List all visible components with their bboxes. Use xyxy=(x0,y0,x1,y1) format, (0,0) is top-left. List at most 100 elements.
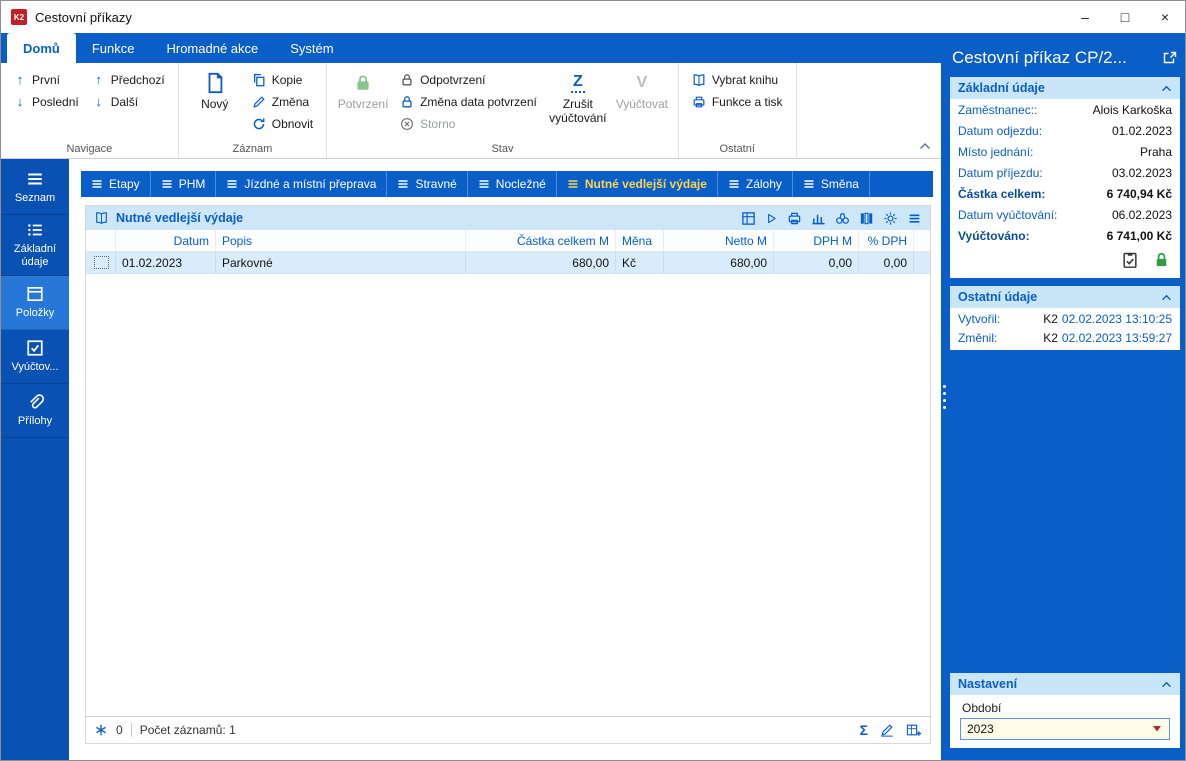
column-header-castka[interactable]: Částka celkem M xyxy=(466,230,616,251)
chevron-down-icon[interactable] xyxy=(1151,724,1163,734)
sidebar-item-vyuctovani[interactable]: Vyúčtov... xyxy=(1,330,69,385)
grid-panel: Nutné vedlejší výdaje Datum Popis Částka… xyxy=(85,205,931,744)
grid-panel-header: Nutné vedlejší výdaje xyxy=(86,206,930,230)
sum-icon[interactable]: Σ xyxy=(860,723,868,737)
cell-dph[interactable]: 0,00 xyxy=(774,252,859,273)
arrow-up-icon: ↑ xyxy=(16,72,24,87)
menu-icon[interactable] xyxy=(907,212,922,225)
clipboard-check-icon[interactable] xyxy=(1121,251,1139,269)
cell-mena[interactable]: Kč xyxy=(616,252,664,273)
other-data-card: Ostatní údaje Vytvořil: K2 02.02.2023 13… xyxy=(950,286,1180,350)
lock-green-icon[interactable] xyxy=(1153,251,1170,269)
previous-button[interactable]: ↑ Předchozí xyxy=(88,69,170,90)
copy-button[interactable]: Kopie xyxy=(247,69,318,90)
chevron-up-icon[interactable] xyxy=(1161,681,1172,688)
right-panel: Cestovní příkaz CP/2... Základní údaje Z… xyxy=(941,33,1185,760)
field-row: Změnil: K2 02.02.2023 13:59:27 xyxy=(958,330,1172,345)
maximize-button[interactable]: □ xyxy=(1105,1,1145,33)
ribbon-tab-hromadne-akce[interactable]: Hromadné akce xyxy=(150,33,274,63)
ribbon: ↑ První ↓ Poslední ↑ Předchozí ↓ Další N… xyxy=(1,63,941,159)
cell-pct-dph[interactable]: 0,00 xyxy=(859,252,914,273)
table-row[interactable]: 01.02.2023 Parkovné 680,00 Kč 680,00 0,0… xyxy=(86,252,930,274)
filter-star-icon[interactable] xyxy=(94,723,108,737)
column-header-popis[interactable]: Popis xyxy=(216,230,466,251)
sidebar-item-seznam[interactable]: Seznam xyxy=(1,161,69,215)
cell-datum[interactable]: 01.02.2023 xyxy=(116,252,216,273)
basic-data-header[interactable]: Základní údaje xyxy=(950,77,1180,99)
refresh-button[interactable]: Obnovit xyxy=(247,113,318,134)
period-combobox[interactable]: 2023 xyxy=(960,718,1170,740)
change-button[interactable]: Změna xyxy=(247,91,318,112)
settings-header[interactable]: Nastavení xyxy=(950,673,1180,695)
functions-print-button[interactable]: Funkce a tisk xyxy=(687,91,788,112)
refresh-icon xyxy=(253,117,265,129)
chevron-up-icon[interactable] xyxy=(1161,85,1172,92)
arrow-down-icon: ↓ xyxy=(16,94,24,109)
confirm-button[interactable]: Potvrzení xyxy=(335,66,391,114)
expand-icon[interactable] xyxy=(1162,50,1178,66)
columns-icon[interactable] xyxy=(859,211,874,226)
edit-icon[interactable] xyxy=(880,723,894,737)
sidebar-item-prilohy[interactable]: Přílohy xyxy=(1,384,69,439)
field-row: Datum příjezdu: 03.02.2023 xyxy=(958,165,1172,180)
record-count: Počet záznamů: 1 xyxy=(139,723,236,737)
tab-nutne-vedlejsi-vydaje[interactable]: Nutné vedlejší výdaje xyxy=(557,171,718,197)
play-icon[interactable] xyxy=(765,212,778,225)
settle-button[interactable]: V Vyúčtovat xyxy=(614,66,670,114)
column-header-pct-dph[interactable]: % DPH xyxy=(859,230,914,251)
tab-noclezne[interactable]: Nocležné xyxy=(468,171,557,197)
last-button[interactable]: ↓ Poslední xyxy=(9,91,84,112)
tab-menu-icon xyxy=(92,180,102,188)
ribbon-tab-system[interactable]: Systém xyxy=(274,33,349,63)
column-header-dph[interactable]: DPH M xyxy=(774,230,859,251)
titlebar: K2 Cestovní příkazy – □ × xyxy=(1,1,1185,33)
sidebar-item-polozky[interactable]: Položky xyxy=(1,276,69,331)
change-confirm-date-button[interactable]: Změna data potvrzení xyxy=(395,91,542,112)
chevron-up-icon[interactable] xyxy=(1161,294,1172,301)
table-add-icon[interactable] xyxy=(906,723,922,737)
tab-phm[interactable]: PHM xyxy=(151,171,217,197)
next-button[interactable]: ↓ Další xyxy=(88,91,170,112)
tab-zalohy[interactable]: Zálohy xyxy=(718,171,793,197)
basic-data-card: Základní údaje Zaměstnanec:: Alois Karkoš… xyxy=(950,77,1180,278)
column-header-mena[interactable]: Měna xyxy=(616,230,664,251)
copy-icon xyxy=(253,73,265,86)
app-window: K2 Cestovní příkazy – □ × Domů Funkce Hr… xyxy=(0,0,1186,761)
ribbon-group-stav: Potvrzení Odpotvrzení Změna data potvrze… xyxy=(327,63,679,158)
document-icon xyxy=(208,72,223,94)
ribbon-group-ostatni: Vybrat knihu Funkce a tisk Ostatní xyxy=(679,63,797,158)
tab-stravne[interactable]: Stravné xyxy=(387,171,468,197)
other-data-header[interactable]: Ostatní údaje xyxy=(950,286,1180,308)
ribbon-tab-funkce[interactable]: Funkce xyxy=(76,33,151,63)
gear-icon[interactable] xyxy=(883,211,898,226)
tab-menu-icon xyxy=(804,180,814,188)
column-header-datum[interactable]: Datum xyxy=(116,230,216,251)
storno-button[interactable]: Storno xyxy=(395,113,542,134)
unconfirm-button[interactable]: Odpotvrzení xyxy=(395,69,542,90)
group-label-stav: Stav xyxy=(491,143,514,155)
sidebar-item-zakladni-udaje[interactable]: Základní údaje xyxy=(1,215,69,277)
chart-icon[interactable] xyxy=(811,211,826,226)
splitter-handle[interactable] xyxy=(943,385,946,409)
new-button[interactable]: Nový xyxy=(187,66,243,114)
first-button[interactable]: ↑ První xyxy=(9,69,84,90)
form-icon xyxy=(27,287,43,302)
tab-etapy[interactable]: Etapy xyxy=(81,171,151,197)
field-row: Vyúčtováno: 6 741,00 Kč xyxy=(958,228,1172,243)
cell-popis[interactable]: Parkovné xyxy=(216,252,466,273)
ribbon-tab-domu[interactable]: Domů xyxy=(7,33,76,63)
column-header-netto[interactable]: Netto M xyxy=(664,230,774,251)
export-table-icon[interactable] xyxy=(741,211,756,226)
close-button[interactable]: × xyxy=(1145,1,1185,33)
minimize-button[interactable]: – xyxy=(1065,1,1105,33)
cancel-settlement-button[interactable]: Z Zrušit vyúčtování xyxy=(546,66,610,128)
cell-castka[interactable]: 680,00 xyxy=(466,252,616,273)
binoculars-icon[interactable] xyxy=(835,211,850,226)
print-icon[interactable] xyxy=(787,211,802,226)
tab-jizdne[interactable]: Jízdné a místní přeprava xyxy=(216,171,388,197)
select-book-button[interactable]: Vybrat knihu xyxy=(687,69,788,90)
tab-smena[interactable]: Směna xyxy=(793,171,870,197)
cell-netto[interactable]: 680,00 xyxy=(664,252,774,273)
ribbon-collapse-button[interactable] xyxy=(919,142,931,150)
paperclip-icon xyxy=(30,394,45,409)
